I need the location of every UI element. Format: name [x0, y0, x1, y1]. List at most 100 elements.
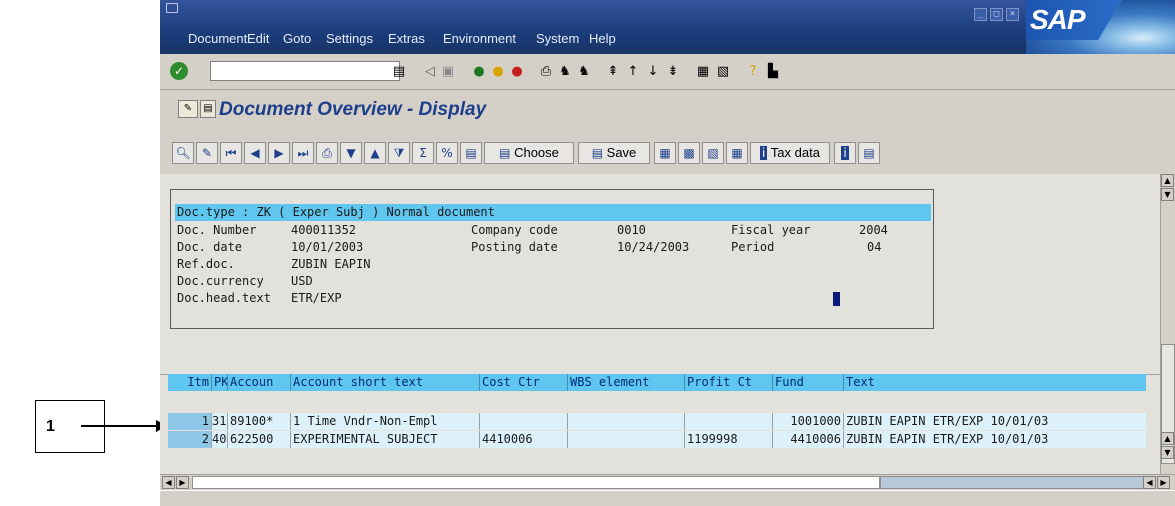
menu-system[interactable]: System: [536, 31, 579, 46]
new-session-icon[interactable]: ▦: [695, 64, 711, 80]
menu-settings[interactable]: Settings: [326, 31, 373, 46]
cell-fund[interactable]: 4410006: [773, 431, 844, 448]
horizontal-scroll-track[interactable]: [192, 476, 880, 489]
col-header-cost-center[interactable]: Cost Ctr: [480, 374, 568, 391]
cell-account-text[interactable]: 1 Time Vndr-Non-Empl: [291, 413, 480, 430]
spreadsheet-icon[interactable]: ▩: [678, 142, 700, 164]
scroll-left-icon[interactable]: ◀: [162, 476, 175, 489]
menu-document[interactable]: Document: [188, 31, 247, 46]
display-change-icon[interactable]: ✎: [196, 142, 218, 164]
cell-text[interactable]: ZUBIN EAPIN ETR/EXP 10/01/03: [844, 413, 1146, 430]
shortcut-icon[interactable]: ▧: [715, 64, 731, 80]
print-preview-icon[interactable]: ⎙: [316, 142, 338, 164]
command-history-icon[interactable]: ▤: [391, 64, 407, 80]
sort-descending-icon[interactable]: ▲: [364, 142, 386, 164]
back-arrow-icon[interactable]: ◁: [422, 64, 438, 80]
horizontal-scrollbar[interactable]: ◀ ▶ ◀ ▶: [160, 474, 1175, 491]
cancel-icon[interactable]: ●: [509, 64, 525, 80]
subtotal-icon[interactable]: %: [436, 142, 458, 164]
vertical-scrollbar[interactable]: ▲ ▼ ▲ ▼: [1160, 174, 1175, 474]
col-header-profit-center[interactable]: Profit Ct: [685, 374, 773, 391]
first-item-icon[interactable]: ⏮: [220, 142, 242, 164]
save-layout-button[interactable]: ▤ Save: [578, 142, 650, 164]
doc-number-value: 400011352: [291, 223, 357, 237]
document-icon[interactable]: ✎: [178, 100, 198, 118]
sum-icon[interactable]: Σ: [412, 142, 434, 164]
last-item-icon[interactable]: ⏭: [292, 142, 314, 164]
close-icon[interactable]: ×: [1006, 8, 1019, 21]
print-icon[interactable]: ⎙: [538, 64, 554, 80]
calculator-icon[interactable]: ▦: [726, 142, 748, 164]
cell-profit-center[interactable]: [685, 413, 773, 430]
cell-account[interactable]: 622500: [228, 431, 291, 448]
col-header-account[interactable]: Accoun: [228, 374, 291, 391]
minimize-icon[interactable]: _: [974, 8, 987, 21]
enter-check-icon[interactable]: ✓: [170, 62, 188, 80]
save-icon[interactable]: ▣: [440, 64, 456, 80]
filter-icon[interactable]: ⧩: [388, 142, 410, 164]
layout-menu-icon[interactable]: ▙: [765, 64, 781, 80]
table-row[interactable]: 1 31 89100* 1 Time Vndr-Non-Empl 1001000…: [168, 413, 1153, 430]
menu-goto[interactable]: Goto: [283, 31, 311, 46]
horizontal-scroll-thumb[interactable]: [880, 476, 1150, 489]
col-header-pk[interactable]: PK: [212, 374, 228, 391]
tax-data-button[interactable]: i Tax data: [750, 142, 830, 164]
status-bar: [160, 490, 1175, 506]
scroll-right-icon[interactable]: ▶: [176, 476, 189, 489]
table-row[interactable]: 2 40 622500 EXPERIMENTAL SUBJECT 4410006…: [168, 431, 1153, 448]
sort-ascending-icon[interactable]: ▼: [340, 142, 362, 164]
exit-icon[interactable]: ●: [490, 64, 506, 80]
info-icon-button[interactable]: i: [834, 142, 856, 164]
back-icon[interactable]: ●: [471, 64, 487, 80]
find-next-icon[interactable]: ♞: [576, 64, 592, 80]
col-header-account-text[interactable]: Account short text: [291, 374, 480, 391]
cell-fund[interactable]: 1001000: [773, 413, 844, 430]
col-header-wbs[interactable]: WBS element: [568, 374, 685, 391]
cell-text[interactable]: ZUBIN EAPIN ETR/EXP 10/01/03: [844, 431, 1146, 448]
menu-help[interactable]: Help: [589, 31, 616, 46]
select-layout-icon[interactable]: ▤: [460, 142, 482, 164]
menu-environment[interactable]: Environment: [443, 31, 516, 46]
cell-item[interactable]: 2: [168, 431, 212, 448]
list-icon[interactable]: ▤: [200, 100, 216, 118]
next-item-icon[interactable]: ▶: [268, 142, 290, 164]
col-header-item[interactable]: Itm: [168, 374, 212, 391]
cell-account-text[interactable]: EXPERIMENTAL SUBJECT: [291, 431, 480, 448]
command-field[interactable]: [210, 61, 400, 81]
last-page-icon[interactable]: ⇟: [665, 64, 681, 80]
menu-edit[interactable]: Edit: [247, 31, 269, 46]
find-icon[interactable]: ♞: [557, 64, 573, 80]
col-header-fund[interactable]: Fund: [773, 374, 844, 391]
cell-pk[interactable]: 31: [212, 413, 228, 430]
help-icon[interactable]: ?: [745, 64, 761, 80]
next-page-icon[interactable]: ↓: [645, 64, 661, 80]
display-zoom-icon[interactable]: 🔍︎: [172, 142, 194, 164]
cell-wbs[interactable]: [568, 413, 685, 430]
export-icon[interactable]: ▦: [654, 142, 676, 164]
cell-item[interactable]: 1: [168, 413, 212, 430]
previous-page-icon[interactable]: ↑: [625, 64, 641, 80]
table-scroll-up-icon[interactable]: ▲: [1161, 432, 1174, 445]
scroll-right-end-icon[interactable]: ▶: [1157, 476, 1170, 489]
choose-button[interactable]: ▤ Choose: [484, 142, 574, 164]
cell-account[interactable]: 89100*: [228, 413, 291, 430]
col-header-text[interactable]: Text: [844, 374, 1146, 391]
table-scroll-down-icon[interactable]: ▼: [1161, 446, 1174, 459]
first-page-icon[interactable]: ⇞: [605, 64, 621, 80]
cell-cost-center[interactable]: 4410006: [480, 431, 568, 448]
scroll-up-icon[interactable]: ▲: [1161, 174, 1174, 187]
previous-item-icon[interactable]: ◀: [244, 142, 266, 164]
notes-icon[interactable]: ▤: [858, 142, 880, 164]
scroll-left-end-icon[interactable]: ◀: [1143, 476, 1156, 489]
cell-pk[interactable]: 40: [212, 431, 228, 448]
word-processing-icon[interactable]: ▧: [702, 142, 724, 164]
system-menu-icon[interactable]: [166, 3, 178, 13]
menu-extras[interactable]: Extras: [388, 31, 425, 46]
scroll-down-icon[interactable]: ▼: [1161, 188, 1174, 201]
maximize-icon[interactable]: □: [990, 8, 1003, 21]
sap-logo: SAP: [1026, 0, 1175, 54]
cell-wbs[interactable]: [568, 431, 685, 448]
cell-cost-center[interactable]: [480, 413, 568, 430]
cell-profit-center[interactable]: 1199998: [685, 431, 773, 448]
fiscal-year-value: 2004: [859, 223, 888, 237]
